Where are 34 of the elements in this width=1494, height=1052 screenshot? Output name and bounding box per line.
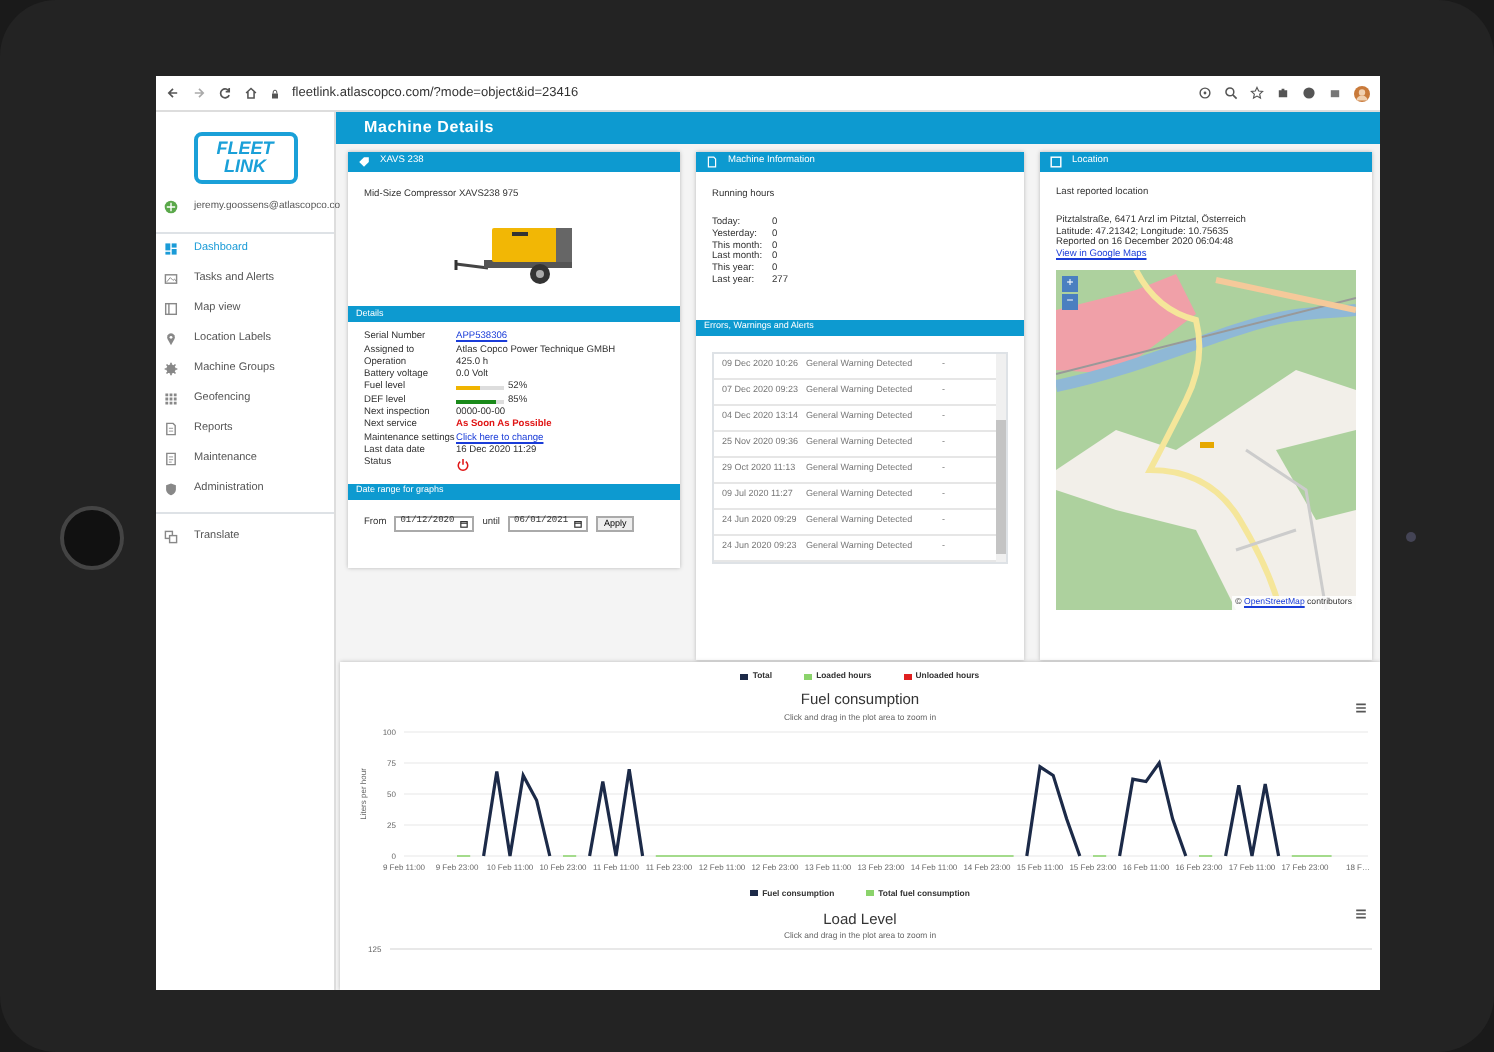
document-icon bbox=[164, 451, 178, 465]
reload-icon[interactable] bbox=[218, 86, 232, 100]
scrollbar-thumb[interactable] bbox=[996, 419, 1006, 554]
search-icon[interactable] bbox=[1224, 86, 1238, 100]
square-icon bbox=[164, 301, 178, 315]
translate-icon bbox=[164, 529, 178, 543]
circle-icon[interactable] bbox=[1302, 86, 1316, 100]
document-icon bbox=[705, 156, 718, 168]
gear-icon bbox=[164, 361, 178, 375]
shield-icon bbox=[164, 481, 178, 495]
pin-icon bbox=[164, 331, 178, 345]
chart-menu-button[interactable] bbox=[1354, 702, 1368, 717]
image-icon bbox=[164, 271, 178, 285]
home-icon[interactable] bbox=[244, 86, 258, 100]
camera-lens bbox=[1406, 532, 1416, 542]
back-arrow-icon[interactable] bbox=[166, 86, 180, 100]
calendar-icon[interactable] bbox=[460, 519, 469, 528]
tag-icon bbox=[358, 156, 370, 168]
avatar-icon[interactable] bbox=[1354, 85, 1370, 101]
document-icon bbox=[164, 421, 178, 435]
page-title-bar: Machine Details bbox=[336, 112, 1380, 144]
dashboard-icon bbox=[164, 241, 178, 255]
lock-icon bbox=[270, 87, 280, 99]
zoom-icon[interactable] bbox=[1198, 86, 1212, 100]
square-icon bbox=[1050, 156, 1062, 168]
scrollbar[interactable] bbox=[996, 353, 1006, 562]
menu-icon bbox=[1354, 702, 1368, 714]
fleet-link-logo: FLEET LINK bbox=[193, 132, 297, 184]
star-icon[interactable] bbox=[1250, 86, 1264, 100]
menu-icon bbox=[1354, 908, 1368, 920]
chart-menu-button[interactable] bbox=[1354, 908, 1368, 923]
grid-icon bbox=[164, 391, 178, 405]
power-icon bbox=[456, 458, 470, 473]
calendar-icon[interactable] bbox=[574, 519, 583, 528]
